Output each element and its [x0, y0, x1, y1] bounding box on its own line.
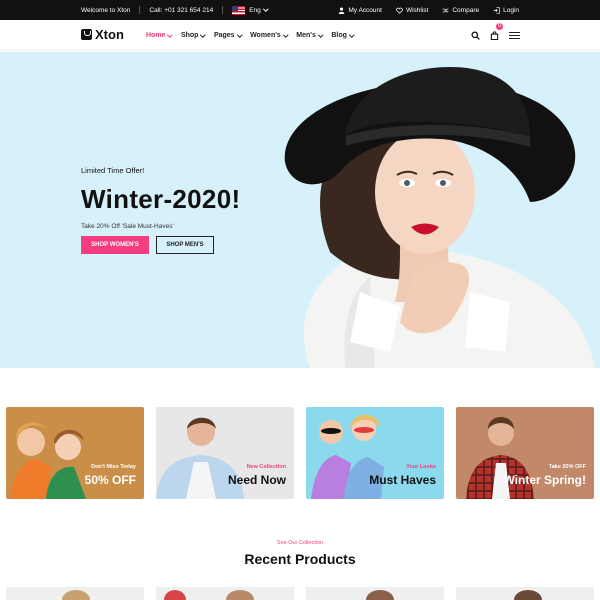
shopping-bag-icon: [490, 30, 499, 40]
menu-item-pages[interactable]: Pages: [213, 32, 242, 39]
hero-subtitle: Take 20% Off 'Sale Must-Haves': [81, 223, 174, 230]
chevron-down-icon: [236, 32, 242, 37]
search-icon[interactable]: [471, 31, 480, 40]
banner-winter-spring[interactable]: Take 20% OFF Winter Spring!: [456, 407, 594, 499]
menu-item-mens[interactable]: Men's: [296, 32, 324, 39]
hero-title: Winter-2020!: [81, 184, 241, 214]
product-image: [514, 590, 542, 600]
shop-womens-button[interactable]: SHOP WOMEN'S: [81, 236, 149, 254]
banner-title: 50% OFF: [84, 473, 136, 487]
hero-text: Limited Time Offer! Winter-2020! Take 20…: [81, 166, 240, 230]
chevron-down-icon: [318, 32, 324, 37]
product-card[interactable]: [6, 587, 144, 600]
shop-mens-button[interactable]: SHOP MEN'S: [156, 236, 214, 254]
banner-must-haves[interactable]: Your Looks Must Haves: [306, 407, 444, 499]
primary-menu: Home Shop Pages Women's Men's Blog: [146, 20, 355, 51]
product-card[interactable]: [456, 587, 594, 600]
menu-label: Shop: [180, 32, 199, 39]
section-title: Recent Products: [244, 551, 356, 567]
menu-item-shop[interactable]: Shop: [180, 32, 206, 39]
chevron-down-icon: [283, 32, 289, 37]
banner-caption: Your Looks Must Haves: [369, 464, 436, 487]
section-eyebrow: See Our Collection: [276, 540, 324, 546]
brand-logo[interactable]: Xton: [81, 27, 124, 42]
product-image: [164, 590, 186, 600]
chevron-down-icon: [263, 6, 268, 12]
menu-item-womens[interactable]: Women's: [250, 32, 289, 39]
welcome-text: Welcome to Xton: [81, 6, 131, 14]
chevron-down-icon: [167, 32, 173, 37]
login-icon: [493, 6, 500, 14]
cart-button[interactable]: 0: [490, 22, 503, 45]
menu-label: Blog: [331, 32, 347, 39]
menu-label: Pages: [213, 32, 235, 39]
brand-name: Xton: [95, 27, 124, 42]
banner-caption: Take 20% OFF Winter Spring!: [503, 464, 586, 487]
top-bar: Welcome to Xton Call: +01 321 654 214 En…: [0, 0, 600, 20]
divider: [222, 6, 224, 14]
wishlist-label: Wishlist: [405, 6, 429, 14]
heart-icon: [396, 7, 403, 14]
my-account-label: My Account: [348, 6, 382, 14]
banner-kicker: Your Looks: [406, 464, 436, 470]
product-image: [62, 590, 90, 600]
product-image: [226, 590, 254, 600]
banner-50-off[interactable]: Don't Miss Today 50% OFF: [6, 407, 144, 499]
chevron-down-icon: [200, 32, 206, 37]
menu-label: Men's: [296, 32, 316, 39]
chevron-down-icon: [349, 32, 355, 37]
menu-label: Home: [146, 32, 166, 39]
product-image: [366, 590, 394, 600]
main-navbar: Xton Home Shop Pages Women's Men's Blog …: [0, 20, 600, 51]
bag-icon: [81, 29, 92, 40]
my-account-link[interactable]: My Account: [338, 7, 382, 14]
language-selector[interactable]: Eng: [249, 7, 261, 14]
call-text[interactable]: Call: +01 321 654 214: [149, 7, 213, 14]
compare-link[interactable]: Compare: [442, 7, 479, 14]
banner-caption: Don't Miss Today 50% OFF: [85, 464, 136, 487]
shuffle-icon: [443, 8, 449, 12]
us-flag-icon: [232, 5, 246, 15]
hamburger-menu-icon[interactable]: [509, 32, 520, 39]
banner-title: Winter Spring!: [503, 473, 586, 487]
hero-eyebrow: Limited Time Offer!: [81, 166, 145, 175]
banner-title: Need Now: [227, 473, 286, 487]
banner-title: Must Haves: [369, 473, 436, 487]
login-label: Login: [503, 6, 519, 14]
compare-label: Compare: [452, 6, 480, 14]
divider: [139, 6, 141, 14]
banner-need-now[interactable]: New Collection Need Now: [156, 407, 294, 499]
hero-model-image: [284, 67, 595, 368]
banner-kicker: Take 20% OFF: [548, 464, 586, 470]
banner-caption: New Collection Need Now: [228, 464, 286, 487]
menu-label: Women's: [250, 32, 281, 39]
login-link[interactable]: Login: [493, 7, 519, 14]
hero-banner: Limited Time Offer! Winter-2020! Take 20…: [0, 52, 600, 368]
product-grid: [6, 587, 594, 600]
user-icon: [339, 7, 345, 14]
hero-buttons: SHOP WOMEN'S SHOP MEN'S: [81, 236, 214, 254]
nav-actions: 0: [471, 20, 520, 51]
wishlist-link[interactable]: Wishlist: [396, 7, 428, 14]
banner-kicker: Don't Miss Today: [91, 464, 136, 470]
banner-kicker: New Collection: [246, 464, 286, 470]
product-card[interactable]: [306, 587, 444, 600]
cart-count-badge: 0: [496, 22, 503, 30]
product-card[interactable]: [156, 587, 294, 600]
collection-banners: Don't Miss Today 50% OFF New Collection …: [6, 407, 594, 499]
menu-item-blog[interactable]: Blog: [331, 32, 355, 39]
menu-item-home[interactable]: Home: [146, 32, 173, 39]
